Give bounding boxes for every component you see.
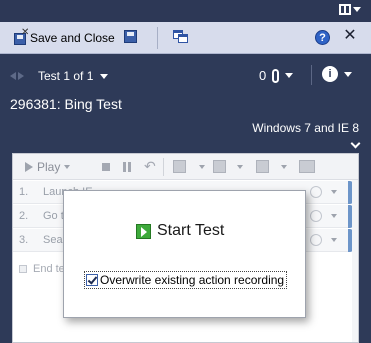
next-test-icon[interactable] (18, 72, 24, 80)
test-pager-label: Test 1 of 1 (38, 69, 94, 83)
start-test-button[interactable]: Start Test (136, 222, 224, 240)
panel-scrollbar[interactable] (352, 180, 358, 342)
end-test-label: End te (33, 263, 65, 275)
play-icon (25, 162, 33, 172)
end-test-icon (19, 265, 27, 273)
close-icon[interactable]: ✕ (343, 28, 357, 44)
stop-icon[interactable] (102, 163, 110, 171)
nav-divider (311, 65, 312, 85)
attachment-icon[interactable] (256, 160, 269, 173)
runner-toolbar-divider (163, 158, 164, 176)
multiple-windows-icon[interactable] (173, 30, 189, 44)
chevron-down-icon[interactable] (281, 165, 287, 169)
play-label: Play (37, 160, 61, 174)
chevron-down-icon (344, 71, 352, 77)
save-icon[interactable] (124, 30, 137, 43)
chevron-down-icon[interactable] (331, 238, 337, 242)
help-icon[interactable]: ? (315, 30, 330, 45)
save-and-close-label: Save and Close (30, 30, 115, 45)
info-icon: i (322, 66, 338, 82)
toolbar-divider (157, 27, 158, 49)
step-result-icon[interactable] (310, 186, 322, 198)
step-number: 3. (19, 234, 29, 246)
layout-box-icon (339, 4, 351, 15)
collapse-chevron-icon[interactable] (350, 138, 361, 149)
checkbox-checked-icon[interactable] (86, 274, 98, 286)
start-test-label: Start Test (157, 222, 225, 239)
overwrite-recording-checkbox[interactable]: Overwrite existing action recording (84, 271, 288, 289)
chevron-down-icon[interactable] (331, 190, 337, 194)
pause-icon[interactable] (123, 162, 131, 172)
camera-icon[interactable] (213, 160, 226, 173)
chevron-down-icon (100, 73, 109, 79)
test-nav-arrows (10, 72, 24, 80)
step-result-icon[interactable] (173, 160, 186, 173)
step-number: 1. (19, 186, 29, 198)
save-and-close-button[interactable]: ✕ Save and Close (12, 27, 115, 45)
overwrite-recording-label: Overwrite existing action recording (100, 273, 285, 287)
chevron-down-icon (353, 7, 361, 12)
comment-icon[interactable] (299, 160, 315, 173)
start-test-dialog: Start Test Overwrite existing action rec… (63, 190, 306, 318)
step-text: Sea (43, 234, 63, 246)
play-button[interactable]: Play (25, 160, 71, 174)
chevron-down-icon[interactable] (331, 214, 337, 218)
test-navigation-row: Test 1 of 1 0 i (0, 54, 371, 96)
attachments-dropdown[interactable]: 0 (259, 68, 294, 83)
undo-icon[interactable]: ↶ (144, 158, 156, 175)
step-result-icon[interactable] (310, 234, 322, 246)
split-layout-icon[interactable] (339, 4, 361, 15)
step-result-icon[interactable] (310, 210, 322, 222)
step-number: 2. (19, 210, 29, 222)
chevron-down-icon[interactable] (199, 165, 205, 169)
chevron-down-icon (64, 165, 71, 169)
main-toolbar: ✕ Save and Close ? ✕ (0, 22, 371, 54)
end-test-row[interactable]: End te (19, 263, 65, 275)
chevron-down-icon[interactable] (237, 165, 243, 169)
window-top-strip (0, 0, 371, 22)
previous-test-icon[interactable] (10, 72, 16, 80)
paperclip-icon (272, 68, 280, 83)
runner-toolbar: Play ↶ (13, 154, 358, 180)
chevron-down-icon (285, 73, 294, 78)
attachment-count: 0 (259, 68, 267, 83)
info-dropdown[interactable]: i (322, 66, 352, 82)
test-pager-dropdown[interactable]: Test 1 of 1 (38, 69, 109, 83)
save-close-icon: ✕ (12, 27, 29, 45)
test-title: 296381: Bing Test (10, 96, 122, 112)
test-configuration: Windows 7 and IE 8 (252, 121, 359, 135)
start-arrow-icon (136, 223, 151, 239)
